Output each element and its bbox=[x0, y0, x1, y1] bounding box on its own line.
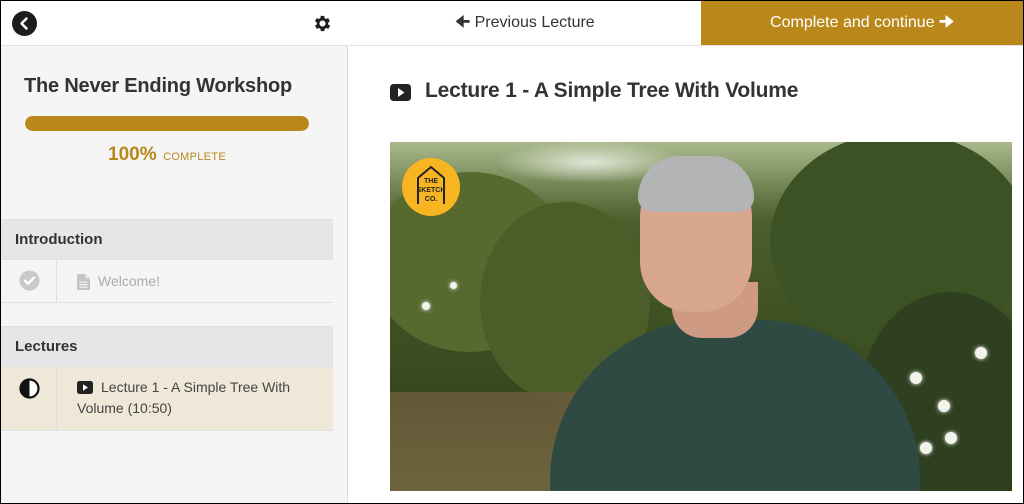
video-person-hair bbox=[638, 156, 754, 212]
arrow-left-icon: 🠈 bbox=[455, 14, 471, 31]
progress-label: 100% COMPLETE bbox=[1, 144, 333, 166]
video-flower bbox=[945, 432, 957, 444]
settings-button[interactable] bbox=[312, 13, 333, 34]
arrow-right-icon: 🠊 bbox=[939, 14, 954, 31]
play-icon bbox=[77, 381, 93, 394]
sidebar-item-welcome[interactable]: Welcome! bbox=[1, 260, 333, 303]
document-icon bbox=[77, 274, 90, 290]
the-sketch-co-logo: THE SKETCH CO. bbox=[402, 158, 460, 216]
half-circle-icon bbox=[19, 378, 40, 399]
page-frame: The Never Ending Workshop 100% COMPLETE … bbox=[1, 1, 1023, 503]
gear-icon bbox=[314, 15, 331, 32]
previous-lecture-button[interactable]: 🠈 Previous Lecture bbox=[349, 1, 701, 45]
check-circle-icon bbox=[19, 270, 40, 291]
previous-lecture-label: Previous Lecture bbox=[474, 14, 595, 31]
status-cell bbox=[1, 367, 57, 430]
sidebar-item-lecture-1[interactable]: Lecture 1 - A Simple Tree With Volume (1… bbox=[1, 367, 333, 431]
video-flower bbox=[450, 282, 457, 289]
course-title: The Never Ending Workshop bbox=[24, 75, 292, 97]
course-progress-fill bbox=[25, 116, 309, 131]
back-button[interactable] bbox=[12, 11, 37, 36]
lecture-title: Lecture 1 - A Simple Tree With Volume bbox=[425, 79, 799, 102]
sidebar-item-label-line2: Volume (10:50) bbox=[77, 400, 172, 416]
lecture-nav-bar: 🠈 Previous Lecture Complete and continue… bbox=[349, 1, 1023, 46]
progress-complete-word: COMPLETE bbox=[163, 151, 226, 163]
video-flower bbox=[975, 347, 987, 359]
sidebar-item-label-line1: Lecture 1 - A Simple Tree With bbox=[101, 379, 291, 395]
logo-line3: CO. bbox=[425, 196, 438, 203]
logo-line1: THE bbox=[424, 178, 438, 185]
sidebar-toolbar bbox=[1, 1, 348, 46]
progress-percent: 100% bbox=[108, 144, 157, 165]
status-cell bbox=[1, 260, 57, 302]
course-progress-bar bbox=[25, 116, 309, 131]
section-header-lectures: Lectures bbox=[1, 326, 333, 367]
section-header-introduction: Introduction bbox=[1, 219, 333, 260]
video-flower bbox=[938, 400, 950, 412]
complete-and-continue-label: Complete and continue bbox=[770, 14, 935, 31]
logo-line2: SKETCH bbox=[417, 187, 446, 194]
lecture-video-player[interactable]: THE SKETCH CO. bbox=[390, 142, 1012, 491]
video-flower bbox=[920, 442, 932, 454]
course-sidebar: The Never Ending Workshop 100% COMPLETE … bbox=[1, 1, 348, 503]
sidebar-item-label: Welcome! bbox=[98, 273, 160, 289]
complete-and-continue-button[interactable]: Complete and continue 🠊 bbox=[701, 1, 1023, 45]
video-flower bbox=[910, 372, 922, 384]
play-icon bbox=[390, 84, 411, 101]
house-logo-icon: THE SKETCH CO. bbox=[417, 165, 446, 204]
video-flower bbox=[422, 302, 430, 310]
chevron-left-icon bbox=[20, 17, 28, 30]
